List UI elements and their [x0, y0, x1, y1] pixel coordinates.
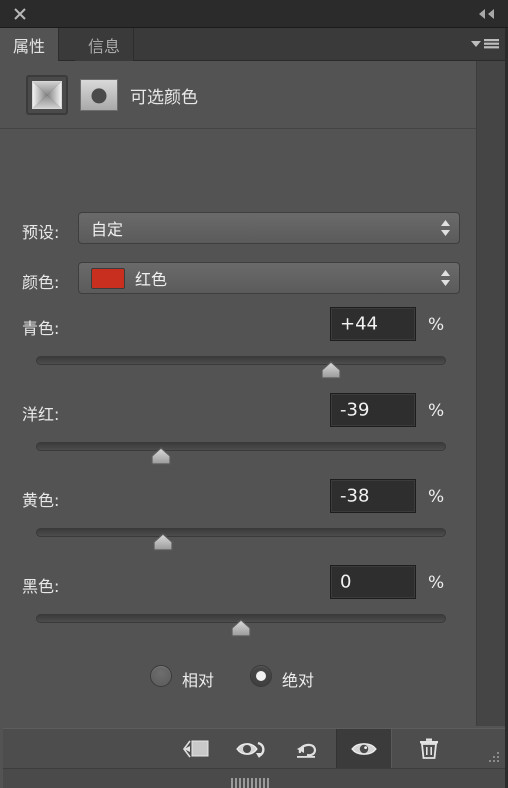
delete-trash-icon[interactable] — [401, 729, 457, 768]
reset-icon[interactable] — [280, 729, 336, 768]
slider-black-track[interactable] — [36, 614, 446, 637]
adjustment-header: 可选颜色 — [0, 61, 476, 129]
slider-magenta-thumb[interactable] — [150, 447, 172, 465]
slider-black-label: 黑色: — [22, 577, 60, 596]
panel-right-gutter — [476, 61, 505, 726]
visibility-eye-icon[interactable] — [336, 729, 392, 768]
radio-relative[interactable] — [150, 665, 172, 687]
drag-handle-icon[interactable] — [231, 774, 277, 788]
method-radio-group: 相对 绝对 — [0, 661, 476, 701]
chevron-updown-icon — [440, 268, 451, 288]
radio-absolute-label[interactable]: 绝对 — [282, 667, 314, 691]
collapse-double-chevron-icon[interactable] — [476, 6, 498, 22]
chevron-updown-icon — [440, 218, 451, 238]
slider-magenta-value-input[interactable]: -39 — [330, 393, 416, 427]
preset-value: 自定 — [91, 220, 124, 239]
slider-cyan-thumb[interactable] — [320, 361, 342, 379]
layer-mask-thumbnail[interactable] — [80, 79, 118, 111]
tab-info-label: 信息 — [88, 36, 121, 56]
close-icon[interactable] — [12, 6, 28, 22]
toggle-previous-state-icon[interactable] — [224, 729, 280, 768]
slider-yellow-label: 黄色: — [22, 491, 60, 510]
slider-magenta-label: 洋红: — [22, 405, 60, 424]
tab-properties[interactable]: 属性 — [0, 28, 60, 61]
panel-titlebar — [0, 0, 508, 28]
slider-cyan-label: 青色: — [22, 319, 60, 338]
panel-bottom-strip — [3, 768, 505, 788]
slider-black-thumb[interactable] — [230, 619, 252, 637]
radio-relative-label[interactable]: 相对 — [182, 667, 214, 691]
slider-cyan-value: +44 — [340, 313, 378, 335]
radio-absolute[interactable] — [250, 665, 272, 687]
selective-color-glyph — [31, 80, 63, 110]
slider-cyan-value-input[interactable]: +44 — [330, 307, 416, 341]
selective-color-adjustment-icon[interactable] — [26, 75, 68, 115]
slider-yellow-unit: % — [428, 487, 445, 507]
panel-menu-icon[interactable] — [470, 36, 500, 52]
slider-yellow-thumb[interactable] — [152, 533, 174, 551]
slider-black-value: 0 — [340, 571, 352, 593]
slider-magenta-track[interactable] — [36, 442, 446, 465]
preset-dropdown[interactable]: 自定 — [78, 212, 460, 244]
clip-to-layer-icon[interactable] — [168, 729, 224, 768]
slider-yellow-value-input[interactable]: -38 — [330, 479, 416, 513]
colors-value: 红色 — [135, 270, 168, 289]
slider-cyan-track[interactable] — [36, 356, 446, 379]
slider-magenta-value: -39 — [340, 399, 370, 421]
resize-grip-icon[interactable] — [485, 750, 501, 766]
colors-dropdown[interactable]: 红色 — [78, 262, 460, 294]
slider-cyan-unit: % — [428, 315, 445, 335]
slider-yellow-track[interactable] — [36, 528, 446, 551]
properties-panel: 属性 信息 可选颜色 预设: 自定 颜色: 红色 青色: +44 % 洋红: -… — [0, 0, 508, 788]
tab-info[interactable]: 信息 — [75, 28, 135, 61]
colors-label: 颜色: — [22, 273, 60, 292]
slider-yellow-value: -38 — [340, 485, 370, 507]
preset-label: 预设: — [22, 223, 60, 242]
slider-black-unit: % — [428, 573, 445, 593]
tab-properties-label: 属性 — [13, 36, 46, 56]
panel-toolbar — [3, 728, 505, 768]
tab-bar: 属性 信息 — [0, 28, 508, 61]
color-swatch — [91, 268, 125, 289]
panel-content: 可选颜色 预设: 自定 颜色: 红色 青色: +44 % 洋红: -39 % 黄… — [0, 61, 476, 726]
adjustment-title: 可选颜色 — [130, 88, 198, 108]
slider-magenta-unit: % — [428, 401, 445, 421]
slider-black-value-input[interactable]: 0 — [330, 565, 416, 599]
